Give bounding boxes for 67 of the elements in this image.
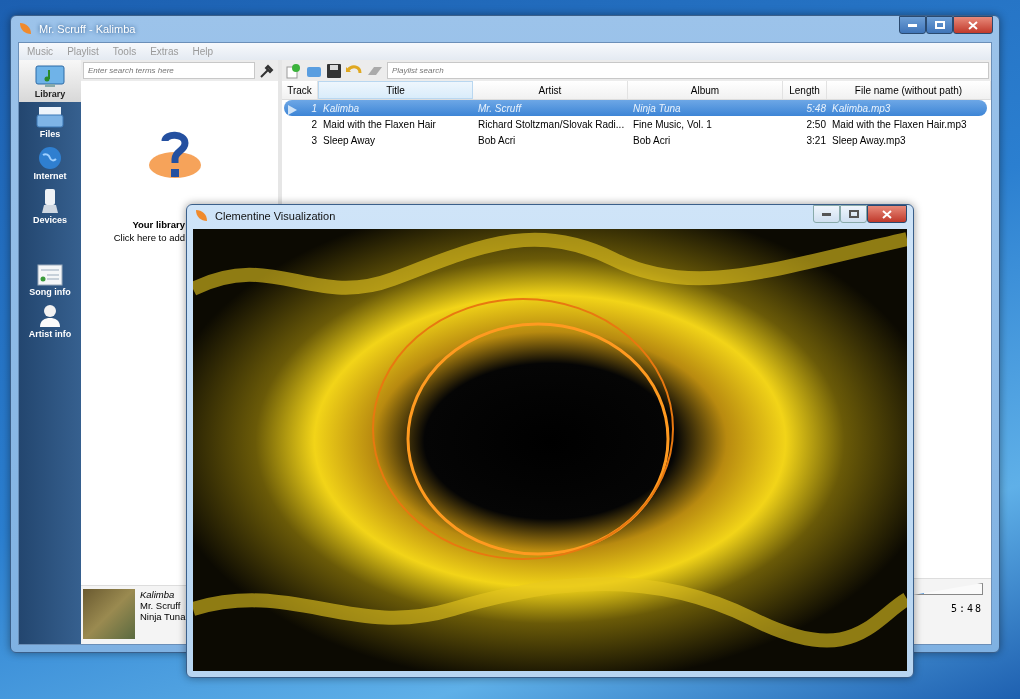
sidebar-tab[interactable]: Files [19, 102, 81, 142]
table-cell-text: Kalimba [322, 102, 361, 114]
empty-library-title: Your library [132, 219, 185, 230]
window-title: Clementine Visualization [215, 210, 337, 222]
sidebar-tab[interactable]: Internet [19, 142, 81, 184]
close-button[interactable] [953, 16, 993, 34]
sidebar-tab[interactable]: Song info [19, 260, 81, 300]
sidebar-tab[interactable]: Library [19, 60, 81, 102]
now-playing-artist: Mr. Scruff [140, 600, 182, 611]
close-button[interactable] [867, 205, 907, 223]
add-music-link[interactable]: Click here to add [113, 232, 185, 243]
column-header[interactable]: Title [318, 81, 473, 99]
app-logo-icon [193, 208, 209, 224]
save-playlist-button[interactable] [326, 62, 342, 79]
minimize-icon [822, 212, 831, 216]
table-cell-text: 3:21 [805, 134, 827, 146]
maximize-icon [848, 210, 859, 218]
document-note-icon [37, 264, 63, 286]
new-playlist-button[interactable] [284, 62, 302, 79]
track-time: 5:48 [950, 603, 983, 614]
table-cell-text: 3 [310, 134, 318, 146]
table-cell-text: Ninja Tuna [632, 102, 682, 114]
globe-icon [38, 146, 62, 170]
library-search-field[interactable]: Enter search terms here [83, 62, 255, 79]
table-cell-text: 2:50 [805, 118, 827, 130]
close-icon [968, 20, 978, 30]
table-cell-text: Sleep Away [322, 134, 377, 146]
table-cell-text: Sleep Away.mp3 [831, 134, 907, 146]
maximize-button[interactable] [840, 205, 867, 223]
table-cell-text: Bob Acri [477, 134, 517, 146]
monitor-note-icon [35, 64, 65, 88]
minimize-button[interactable] [813, 205, 840, 223]
playlist-row[interactable]: 3 Sleep Away Bob Acri Bob Acri 3:21 Sleep Away.mp3 [284, 132, 987, 148]
table-cell-text: Maid with the Flaxen Hair [322, 118, 437, 130]
sidebar-tab[interactable]: Artist info [19, 300, 81, 342]
app-logo-icon [17, 21, 33, 37]
table-cell-text: 5:48 [805, 102, 827, 114]
close-icon [882, 209, 892, 219]
album-art-placeholder [83, 589, 135, 639]
drive-icon [36, 106, 64, 128]
table-cell-text: Maid with the Flaxen Hair.mp3 [831, 118, 968, 130]
minimize-icon [908, 23, 917, 27]
column-header[interactable]: Artist [473, 81, 628, 99]
now-playing-title: Kalimba [140, 589, 176, 600]
playlist-row[interactable]: 2 Maid with the Flaxen Hair Richard Stoltzman/Slovak Radi... Fine Music, Vol. 1 2:50 Maid with the Flaxen Hair.mp3 [284, 116, 987, 132]
column-header[interactable]: File name (without path) [827, 81, 991, 99]
table-cell-text: 2 [310, 118, 318, 130]
column-header[interactable]: Length [783, 81, 827, 99]
maximize-button[interactable] [926, 16, 953, 34]
column-header[interactable]: Album [628, 81, 783, 99]
table-cell: 1 [284, 102, 320, 114]
sidebar-tab[interactable]: Devices [19, 184, 81, 228]
window-title: Mr. Scruff - Kalimba [39, 23, 137, 35]
table-cell-text: Mr. Scruff [477, 102, 523, 114]
device-icon [40, 188, 60, 214]
minimize-button[interactable] [899, 16, 926, 34]
playlist-search-field[interactable]: Playlist search [387, 62, 989, 79]
table-cell-text: Richard Stoltzman/Slovak Radi... [477, 118, 626, 130]
now-playing-album: Ninja Tuna [140, 611, 186, 622]
maximize-icon [934, 21, 945, 29]
person-icon [39, 304, 61, 328]
play-icon [288, 104, 297, 115]
table-cell-text: Kalimba.mp3 [831, 102, 892, 114]
table-cell-text: Fine Music, Vol. 1 [632, 118, 713, 130]
table-cell-text: Bob Acri [632, 134, 672, 146]
new-document-icon [285, 62, 301, 79]
eraser-icon [367, 64, 383, 77]
